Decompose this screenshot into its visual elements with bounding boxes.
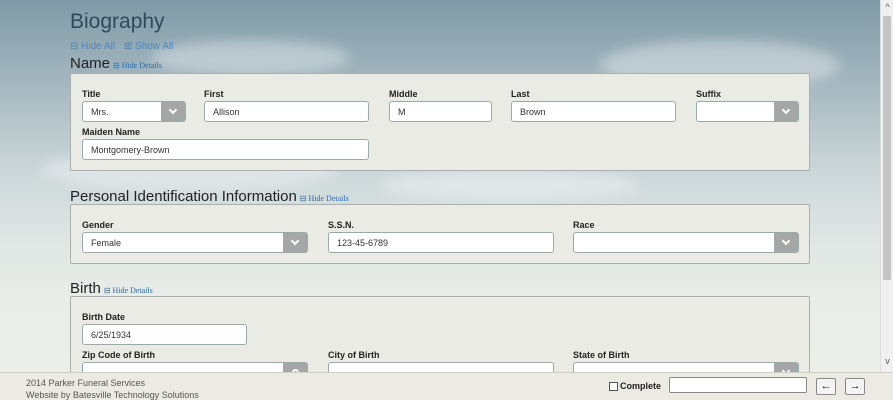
city-of-birth-label: City of Birth [328,350,380,360]
last-name-input[interactable]: Brown [511,101,676,122]
gender-select-value: Female [91,238,122,248]
name-panel: Title Mrs. First Allison Middle M Last B… [70,73,810,171]
title-select-value: Mrs. [91,107,109,117]
footer-bar: 2014 Parker Funeral Services Website by … [0,372,893,400]
suffix-select[interactable] [696,101,799,122]
page-title: Biography [70,10,165,33]
chevron-down-icon[interactable] [283,233,307,252]
first-label: First [204,89,224,99]
middle-label: Middle [389,89,418,99]
footer-credit: Website by Batesville Technology Solutio… [26,390,199,400]
complete-label: Complete [620,381,662,391]
hide-all-link[interactable]: ⊟ Hide All [70,41,115,52]
scroll-down-arrow-icon[interactable]: v [881,354,893,368]
ssn-label: S.S.N. [328,220,355,230]
chevron-down-icon[interactable] [161,102,185,121]
complete-checkbox-group[interactable]: Complete [609,381,661,391]
previous-arrow-button[interactable]: ← [816,378,836,395]
show-all-link[interactable]: ⊞ Show All [124,41,174,52]
title-label: Title [82,89,101,99]
complete-checkbox[interactable] [609,381,618,391]
pii-section-title: Personal Identification Information [70,188,297,205]
state-of-birth-label: State of Birth [573,350,630,360]
scroll-thumb[interactable] [883,16,891,280]
toggle-links: ⊟ Hide All ⊞ Show All [70,41,810,53]
zip-of-birth-label: Zip Code of Birth [82,350,155,360]
gender-label: Gender [82,220,114,230]
biography-form: Biography ⊟ Hide All ⊞ Show All Name ⊟ H… [70,10,810,386]
ssn-input[interactable]: 123-45-6789 [328,232,554,253]
pii-panel: Gender Female S.S.N. 123-45-6789 Race [70,204,810,264]
cloud-shape [380,170,640,200]
birth-hide-details-link[interactable]: ⊟ Hide Details [104,286,153,295]
race-label: Race [573,220,595,230]
suffix-label: Suffix [696,89,722,99]
footer-company: 2014 Parker Funeral Services [26,378,146,388]
last-label: Last [511,89,530,99]
birth-section-title: Birth [70,280,101,297]
maiden-name-label: Maiden Name [82,127,141,137]
middle-name-input[interactable]: M [389,101,492,122]
race-select[interactable] [573,232,799,253]
next-arrow-button[interactable]: → [845,378,865,395]
maiden-name-input[interactable]: Montgomery-Brown [82,139,369,160]
name-hide-details-link[interactable]: ⊟ Hide Details [113,61,162,70]
vertical-scrollbar[interactable]: ^ v [880,0,893,372]
footer-input[interactable] [669,377,807,393]
name-section-title: Name [70,55,111,72]
chevron-down-icon[interactable] [774,233,798,252]
gender-select[interactable]: Female [82,232,308,253]
first-name-input[interactable]: Allison [204,101,369,122]
birth-date-label: Birth Date [82,312,126,322]
title-select[interactable]: Mrs. [82,101,186,122]
chevron-down-icon[interactable] [774,102,798,121]
scroll-up-arrow-icon[interactable]: ^ [881,0,893,14]
name-section-header: Name ⊟ Hide Details [70,55,810,73]
birth-date-input[interactable]: 6/25/1934 [82,324,247,345]
pii-hide-details-link[interactable]: ⊟ Hide Details [300,194,349,203]
